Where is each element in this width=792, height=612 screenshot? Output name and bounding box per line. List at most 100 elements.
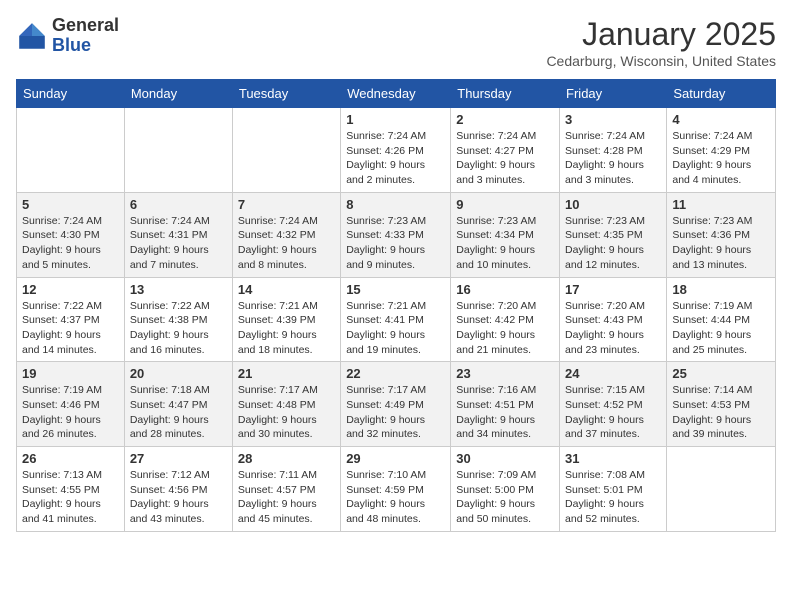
day-number: 1	[346, 112, 445, 127]
day-number: 6	[130, 197, 227, 212]
day-number: 13	[130, 282, 227, 297]
month-title: January 2025	[546, 16, 776, 53]
calendar-cell	[667, 447, 776, 532]
calendar: SundayMondayTuesdayWednesdayThursdayFrid…	[16, 79, 776, 532]
cell-content: Sunrise: 7:18 AM Sunset: 4:47 PM Dayligh…	[130, 383, 227, 442]
logo-blue: Blue	[52, 36, 119, 56]
day-number: 8	[346, 197, 445, 212]
cell-content: Sunrise: 7:11 AM Sunset: 4:57 PM Dayligh…	[238, 468, 335, 527]
cell-content: Sunrise: 7:23 AM Sunset: 4:34 PM Dayligh…	[456, 214, 554, 273]
day-number: 18	[672, 282, 770, 297]
day-number: 26	[22, 451, 119, 466]
cell-content: Sunrise: 7:17 AM Sunset: 4:49 PM Dayligh…	[346, 383, 445, 442]
cell-content: Sunrise: 7:24 AM Sunset: 4:29 PM Dayligh…	[672, 129, 770, 188]
day-number: 30	[456, 451, 554, 466]
calendar-cell: 22 Sunrise: 7:17 AM Sunset: 4:49 PM Dayli…	[341, 362, 451, 447]
day-number: 2	[456, 112, 554, 127]
day-number: 5	[22, 197, 119, 212]
cell-content: Sunrise: 7:08 AM Sunset: 5:01 PM Dayligh…	[565, 468, 661, 527]
calendar-cell: 21Sunrise: 7:17 AM Sunset: 4:48 PM Dayli…	[232, 362, 340, 447]
day-number: 22	[346, 366, 445, 381]
title-block: January 2025 Cedarburg, Wisconsin, Unite…	[546, 16, 776, 69]
calendar-cell: 10Sunrise: 7:23 AM Sunset: 4:35 PM Dayli…	[560, 192, 667, 277]
cell-content: Sunrise: 7:09 AM Sunset: 5:00 PM Dayligh…	[456, 468, 554, 527]
calendar-cell: 26 Sunrise: 7:13 AM Sunset: 4:55 PM Dayli…	[17, 447, 125, 532]
cell-content: Sunrise: 7:13 AM Sunset: 4:55 PM Dayligh…	[22, 468, 119, 527]
cell-content: Sunrise: 7:24 AM Sunset: 4:28 PM Dayligh…	[565, 129, 661, 188]
calendar-cell: 30 Sunrise: 7:09 AM Sunset: 5:00 PM Dayli…	[451, 447, 560, 532]
logo-icon	[16, 20, 48, 52]
day-number: 24	[565, 366, 661, 381]
calendar-cell: 25 Sunrise: 7:14 AM Sunset: 4:53 PM Dayli…	[667, 362, 776, 447]
day-number: 3	[565, 112, 661, 127]
day-number: 19	[22, 366, 119, 381]
day-number: 28	[238, 451, 335, 466]
logo-general: General	[52, 16, 119, 36]
cell-content: Sunrise: 7:20 AM Sunset: 4:42 PM Dayligh…	[456, 299, 554, 358]
calendar-cell: 19 Sunrise: 7:19 AM Sunset: 4:46 PM Dayli…	[17, 362, 125, 447]
calendar-cell: 8 Sunrise: 7:23 AM Sunset: 4:33 PM Daylig…	[341, 192, 451, 277]
cell-content: Sunrise: 7:14 AM Sunset: 4:53 PM Dayligh…	[672, 383, 770, 442]
cell-content: Sunrise: 7:24 AM Sunset: 4:26 PM Dayligh…	[346, 129, 445, 188]
day-number: 27	[130, 451, 227, 466]
day-number: 23	[456, 366, 554, 381]
weekday-header-monday: Monday	[124, 80, 232, 108]
cell-content: Sunrise: 7:23 AM Sunset: 4:33 PM Dayligh…	[346, 214, 445, 273]
calendar-cell: 3 Sunrise: 7:24 AM Sunset: 4:28 PM Daylig…	[560, 108, 667, 193]
cell-content: Sunrise: 7:24 AM Sunset: 4:32 PM Dayligh…	[238, 214, 335, 273]
day-number: 11	[672, 197, 770, 212]
calendar-cell: 15Sunrise: 7:21 AM Sunset: 4:41 PM Dayli…	[341, 277, 451, 362]
day-number: 17	[565, 282, 661, 297]
cell-content: Sunrise: 7:24 AM Sunset: 4:30 PM Dayligh…	[22, 214, 119, 273]
calendar-week-row: 1 Sunrise: 7:24 AM Sunset: 4:26 PM Daylig…	[17, 108, 776, 193]
day-number: 21	[238, 366, 335, 381]
weekday-header-sunday: Sunday	[17, 80, 125, 108]
location: Cedarburg, Wisconsin, United States	[546, 53, 776, 69]
calendar-cell: 14 Sunrise: 7:21 AM Sunset: 4:39 PM Dayli…	[232, 277, 340, 362]
cell-content: Sunrise: 7:15 AM Sunset: 4:52 PM Dayligh…	[565, 383, 661, 442]
calendar-cell: 2 Sunrise: 7:24 AM Sunset: 4:27 PM Daylig…	[451, 108, 560, 193]
cell-content: Sunrise: 7:21 AM Sunset: 4:39 PM Dayligh…	[238, 299, 335, 358]
weekday-header-row: SundayMondayTuesdayWednesdayThursdayFrid…	[17, 80, 776, 108]
calendar-week-row: 5 Sunrise: 7:24 AM Sunset: 4:30 PM Daylig…	[17, 192, 776, 277]
calendar-cell: 28 Sunrise: 7:11 AM Sunset: 4:57 PM Dayli…	[232, 447, 340, 532]
day-number: 25	[672, 366, 770, 381]
cell-content: Sunrise: 7:22 AM Sunset: 4:38 PM Dayligh…	[130, 299, 227, 358]
calendar-cell: 23 Sunrise: 7:16 AM Sunset: 4:51 PM Dayli…	[451, 362, 560, 447]
cell-content: Sunrise: 7:19 AM Sunset: 4:46 PM Dayligh…	[22, 383, 119, 442]
calendar-week-row: 19 Sunrise: 7:19 AM Sunset: 4:46 PM Dayli…	[17, 362, 776, 447]
page-header: General Blue January 2025 Cedarburg, Wis…	[16, 16, 776, 69]
day-number: 4	[672, 112, 770, 127]
calendar-cell	[232, 108, 340, 193]
weekday-header-tuesday: Tuesday	[232, 80, 340, 108]
cell-content: Sunrise: 7:24 AM Sunset: 4:31 PM Dayligh…	[130, 214, 227, 273]
weekday-header-saturday: Saturday	[667, 80, 776, 108]
day-number: 16	[456, 282, 554, 297]
day-number: 31	[565, 451, 661, 466]
calendar-week-row: 26 Sunrise: 7:13 AM Sunset: 4:55 PM Dayli…	[17, 447, 776, 532]
calendar-cell: 27Sunrise: 7:12 AM Sunset: 4:56 PM Dayli…	[124, 447, 232, 532]
cell-content: Sunrise: 7:16 AM Sunset: 4:51 PM Dayligh…	[456, 383, 554, 442]
calendar-week-row: 12Sunrise: 7:22 AM Sunset: 4:37 PM Dayli…	[17, 277, 776, 362]
cell-content: Sunrise: 7:23 AM Sunset: 4:36 PM Dayligh…	[672, 214, 770, 273]
cell-content: Sunrise: 7:24 AM Sunset: 4:27 PM Dayligh…	[456, 129, 554, 188]
day-number: 12	[22, 282, 119, 297]
cell-content: Sunrise: 7:19 AM Sunset: 4:44 PM Dayligh…	[672, 299, 770, 358]
calendar-cell: 4 Sunrise: 7:24 AM Sunset: 4:29 PM Daylig…	[667, 108, 776, 193]
calendar-cell: 13 Sunrise: 7:22 AM Sunset: 4:38 PM Dayli…	[124, 277, 232, 362]
day-number: 9	[456, 197, 554, 212]
cell-content: Sunrise: 7:23 AM Sunset: 4:35 PM Dayligh…	[565, 214, 661, 273]
weekday-header-friday: Friday	[560, 80, 667, 108]
calendar-body: 1 Sunrise: 7:24 AM Sunset: 4:26 PM Daylig…	[17, 108, 776, 532]
day-number: 20	[130, 366, 227, 381]
day-number: 14	[238, 282, 335, 297]
calendar-cell: 11 Sunrise: 7:23 AM Sunset: 4:36 PM Dayli…	[667, 192, 776, 277]
calendar-cell	[124, 108, 232, 193]
calendar-cell: 9 Sunrise: 7:23 AM Sunset: 4:34 PM Daylig…	[451, 192, 560, 277]
calendar-cell: 1 Sunrise: 7:24 AM Sunset: 4:26 PM Daylig…	[341, 108, 451, 193]
calendar-cell: 6 Sunrise: 7:24 AM Sunset: 4:31 PM Daylig…	[124, 192, 232, 277]
cell-content: Sunrise: 7:21 AM Sunset: 4:41 PM Dayligh…	[346, 299, 445, 358]
cell-content: Sunrise: 7:20 AM Sunset: 4:43 PM Dayligh…	[565, 299, 661, 358]
calendar-cell: 16 Sunrise: 7:20 AM Sunset: 4:42 PM Dayli…	[451, 277, 560, 362]
calendar-header: SundayMondayTuesdayWednesdayThursdayFrid…	[17, 80, 776, 108]
